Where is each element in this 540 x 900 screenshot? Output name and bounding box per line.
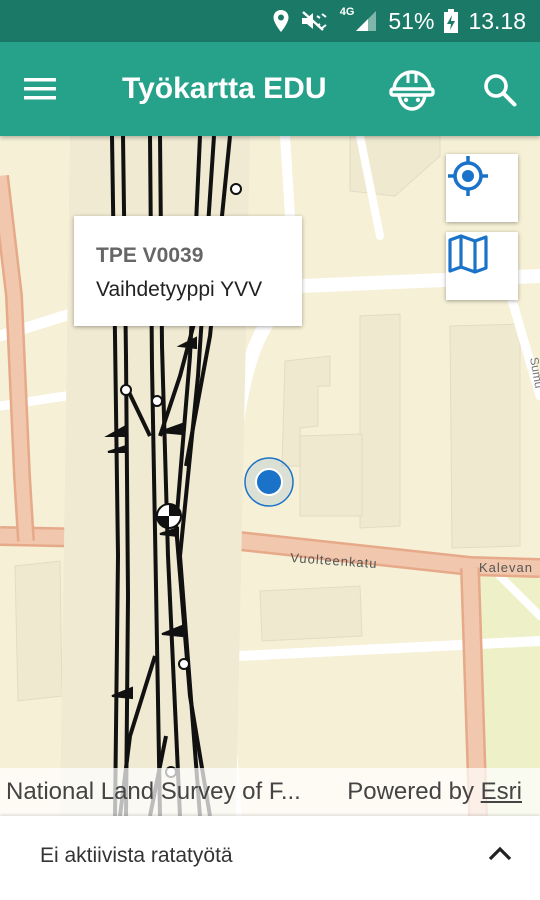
worker-profile-button[interactable] (386, 64, 438, 116)
map-layers-button[interactable] (446, 232, 518, 300)
signal-icon (354, 10, 378, 32)
search-icon (484, 74, 517, 107)
attribution-source: National Land Survey of F... (6, 778, 301, 805)
mute-icon (300, 10, 330, 32)
network-label: 4G (339, 6, 355, 18)
menu-button[interactable] (20, 72, 60, 106)
battery-text: 51% (388, 7, 435, 34)
menu-icon (24, 78, 56, 100)
feature-popup[interactable]: TPE V0039 Vaihdetyyppi YVV (74, 216, 302, 326)
popup-title: TPE V0039 (96, 244, 204, 267)
track-work-status: Ei aktiivista ratatyötä (40, 844, 233, 867)
clock: 13.18 (468, 7, 526, 34)
track-work-panel[interactable]: Ei aktiivista ratatyötä (0, 816, 540, 900)
app-bar: Työkartta EDU (0, 42, 540, 136)
status-bar: 4G 51% 13.18 (0, 0, 540, 42)
location-icon (272, 9, 290, 33)
powered-by-text: Powered by (347, 778, 474, 805)
attribution-powered: Powered by Esri (347, 778, 522, 806)
current-location-marker (244, 457, 294, 507)
search-button[interactable] (478, 68, 522, 112)
esri-link[interactable]: Esri (481, 778, 522, 805)
my-location-icon (448, 156, 488, 196)
app-title: Työkartta EDU (122, 72, 327, 105)
map-layers-icon (448, 234, 488, 274)
battery-charging-icon (444, 9, 459, 33)
popup-subtitle: Vaihdetyyppi YVV (96, 278, 263, 301)
street-label-kalevan: Kalevan (479, 560, 533, 575)
chevron-up-icon[interactable] (486, 844, 514, 864)
status-icons: 4G 51% 13.18 (272, 0, 526, 42)
locate-me-button[interactable] (446, 154, 518, 222)
map-attribution: National Land Survey of F... Powered by … (0, 768, 540, 816)
worker-helmet-icon (389, 70, 435, 111)
